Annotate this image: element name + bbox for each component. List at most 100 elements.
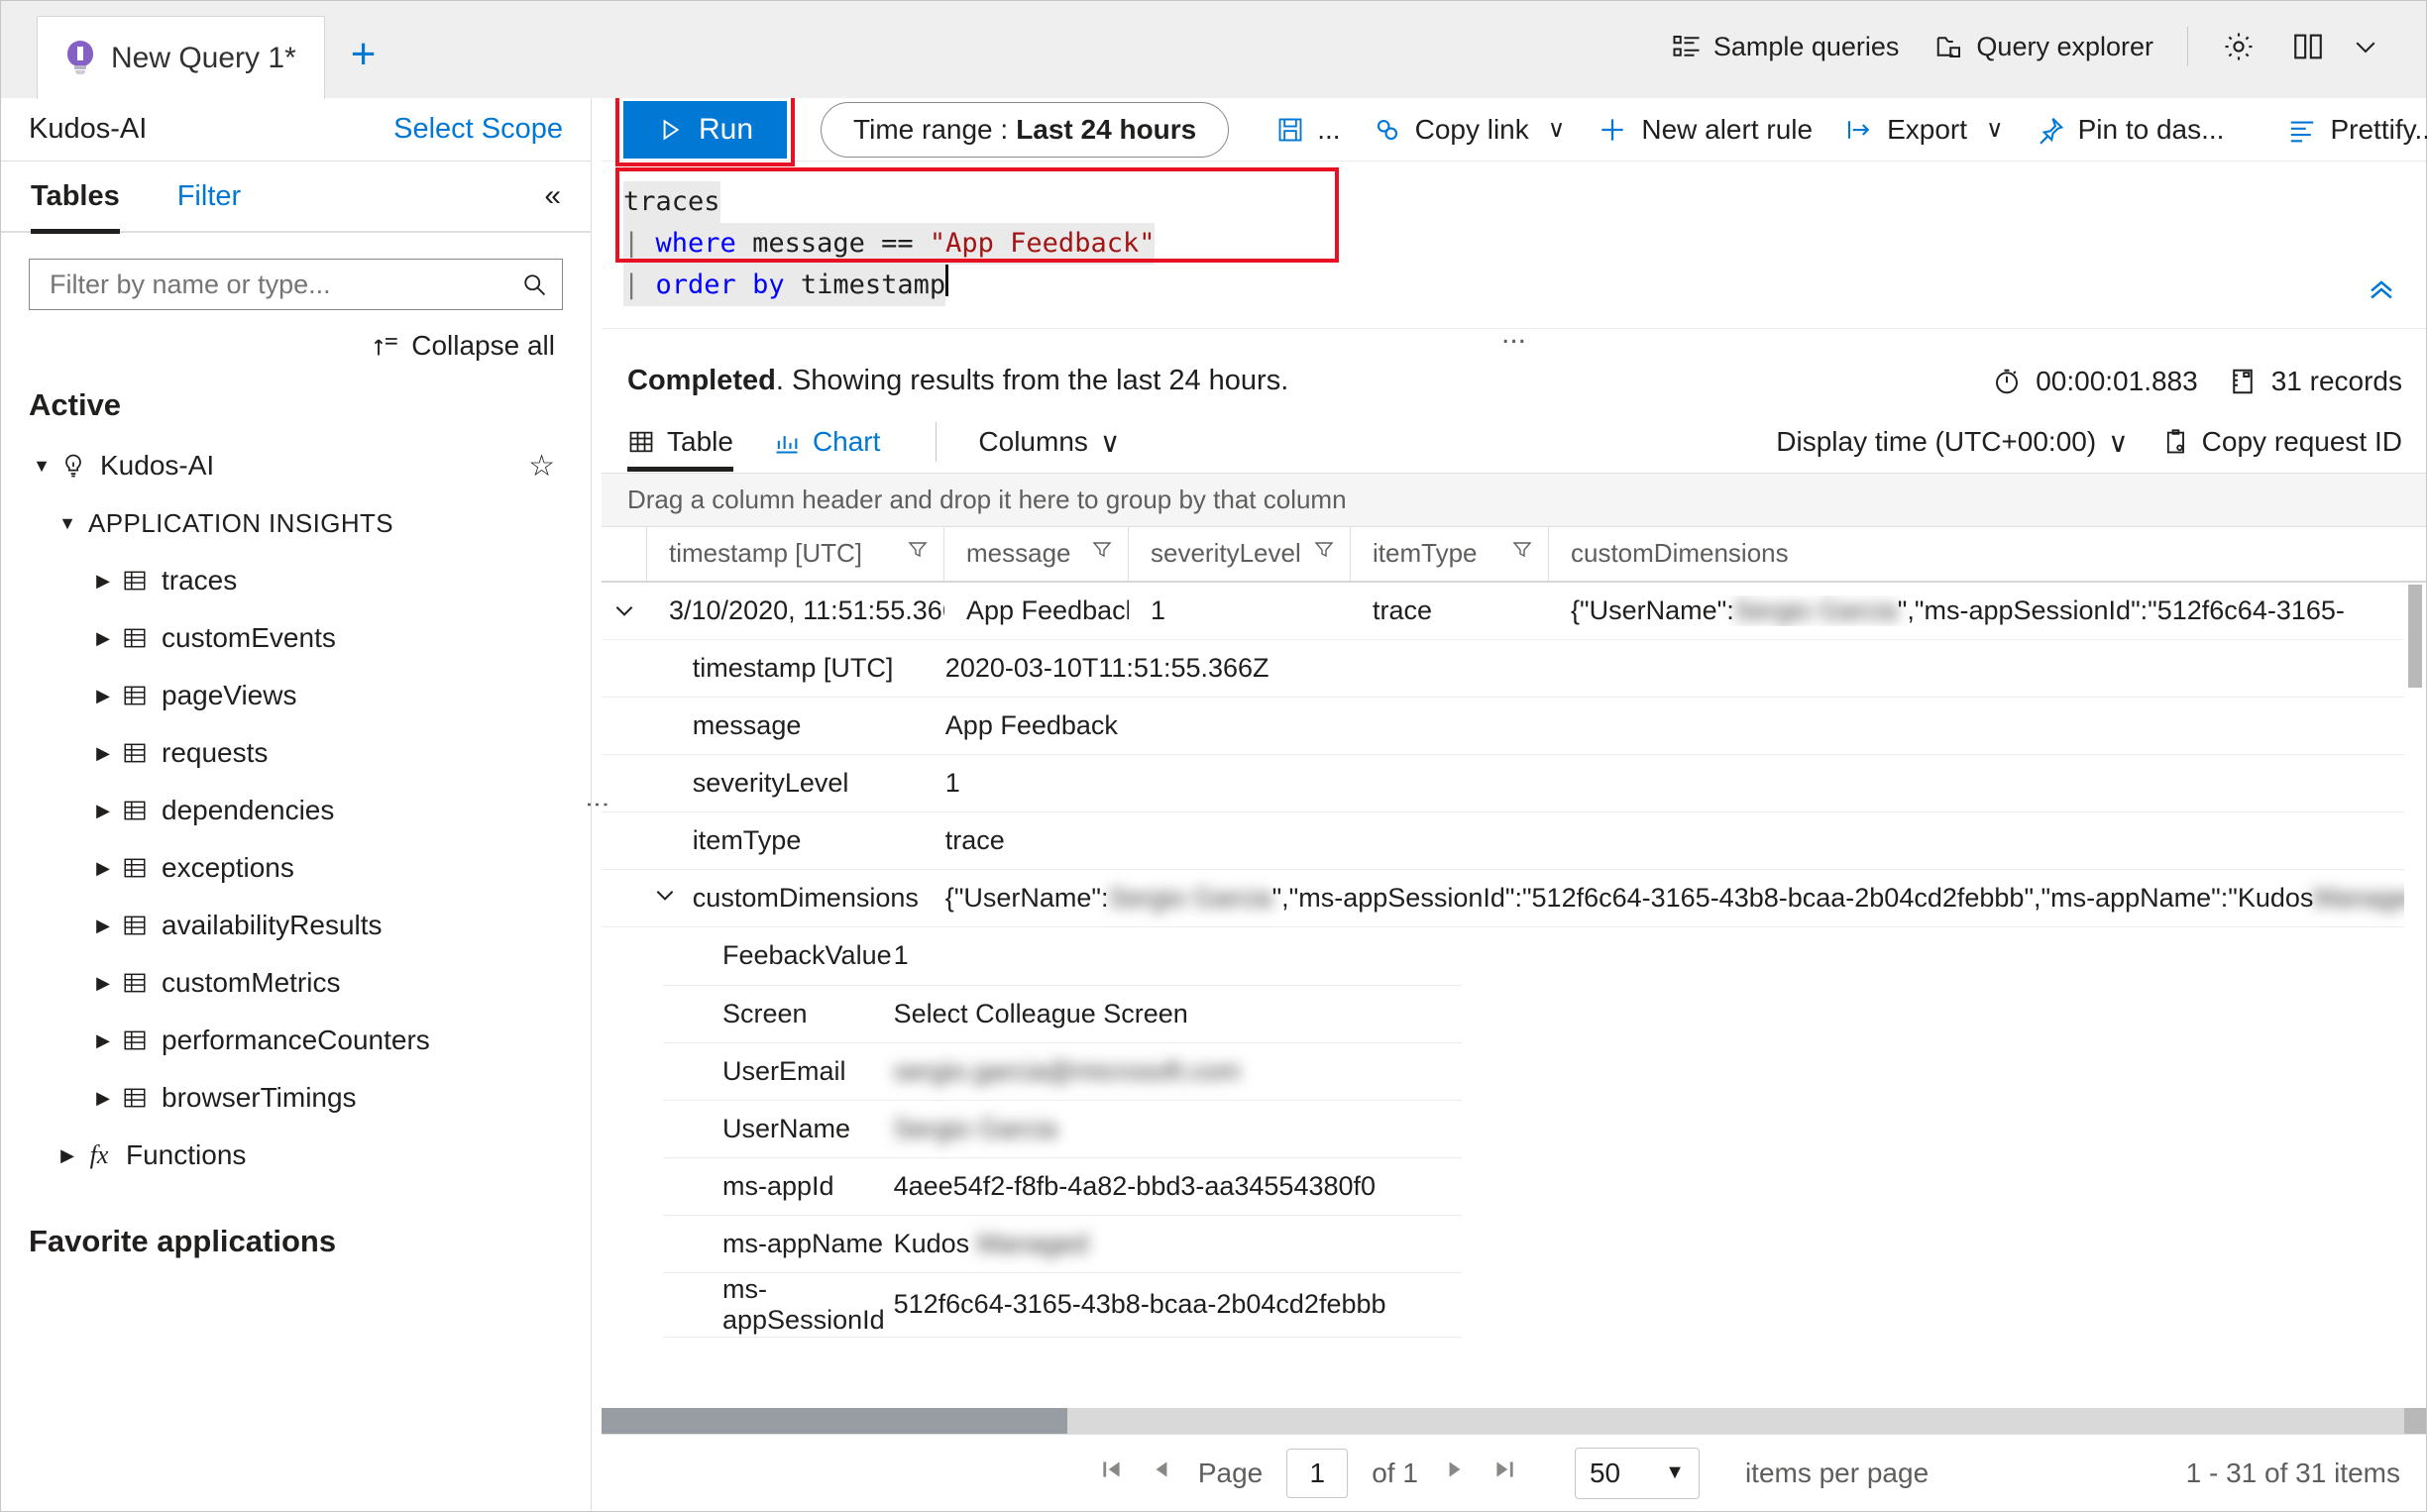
grid-horizontal-scrollbar-thumb[interactable]	[602, 1408, 1067, 1434]
query-editor[interactable]: traces | where message == "App Feedback"…	[602, 167, 2426, 306]
chevron-down-icon[interactable]	[2351, 32, 2380, 61]
table-row[interactable]: 3/10/2020, 11:51:55.366 AM App Feedback …	[602, 583, 2426, 640]
tab-table[interactable]: Table	[627, 412, 733, 473]
caret-right-icon[interactable]: ▶	[90, 743, 116, 764]
column-header-itemtype[interactable]: itemType	[1351, 526, 1549, 581]
chevron-down-icon[interactable]: ∨	[2108, 426, 2129, 459]
caret-right-icon[interactable]: ▶	[90, 973, 116, 994]
sidebar-tab-filter[interactable]: Filter	[177, 161, 241, 232]
copy-link-button[interactable]: Copy link ∨	[1357, 102, 1582, 158]
query-explorer-label: Query explorer	[1976, 31, 2153, 61]
save-button[interactable]: ...	[1261, 102, 1356, 158]
editor-resize-handle[interactable]: ...	[602, 318, 2426, 351]
time-range-picker[interactable]: Time range : Last 24 hours	[821, 101, 1230, 158]
filter-box[interactable]	[29, 259, 563, 310]
collapse-editor-icon[interactable]	[2365, 272, 2398, 314]
detail-row-customdimensions[interactable]: customDimensions {"UserName":Sergio Garc…	[602, 870, 2426, 927]
grid-horizontal-scrollbar[interactable]	[602, 1408, 2426, 1434]
settings-button[interactable]	[2204, 24, 2273, 69]
grid-vertical-scrollbar[interactable]	[2404, 582, 2426, 1408]
save-icon	[1276, 116, 1304, 144]
chevron-down-icon[interactable]: ∨	[1100, 426, 1121, 459]
favorite-star-icon[interactable]: ☆	[528, 449, 555, 484]
tabstrip-actions: Sample queries Query explorer	[1654, 15, 2426, 98]
copy-request-id-button[interactable]: Copy request ID	[2162, 412, 2402, 472]
sample-queries-button[interactable]: Sample queries	[1654, 26, 1918, 68]
new-alert-rule-button[interactable]: New alert rule	[1581, 102, 1828, 158]
new-tab-plus-icon[interactable]: +	[325, 33, 402, 98]
display-time-dropdown[interactable]: Display time (UTC+00:00) ∨	[1776, 412, 2128, 472]
column-header-severitylevel[interactable]: severityLevel	[1129, 526, 1351, 581]
sidebar-table-performancecounters[interactable]: ▶ performanceCounters	[1, 1012, 591, 1069]
caret-right-icon[interactable]: ▶	[90, 916, 116, 936]
caret-right-icon[interactable]: ▶	[90, 686, 116, 706]
help-book-button[interactable]	[2273, 24, 2398, 69]
row-expander-icon[interactable]	[602, 597, 647, 623]
select-scope-link[interactable]: Select Scope	[393, 113, 563, 146]
sidebar-table-requests[interactable]: ▶ requests	[1, 724, 591, 782]
sidebar-tab-tables[interactable]: Tables	[31, 161, 120, 234]
caret-right-icon[interactable]: ▶	[90, 1088, 116, 1109]
tree-item-kudos-ai[interactable]: ▼ Kudos-AI ☆	[1, 437, 591, 494]
filter-funnel-icon[interactable]	[1090, 538, 1114, 569]
table-icon	[116, 798, 154, 823]
caret-right-icon[interactable]: ▶	[90, 858, 116, 879]
customdimensions-expander-icon[interactable]	[637, 870, 692, 927]
sidebar-functions[interactable]: ▶ fx Functions	[1, 1127, 591, 1184]
caret-down-icon[interactable]: ▼	[55, 513, 80, 534]
last-page-icon[interactable]	[1491, 1457, 1517, 1489]
grid-icon	[627, 428, 655, 456]
table-icon	[116, 683, 154, 708]
next-page-icon[interactable]	[1442, 1457, 1468, 1489]
columns-dropdown[interactable]: Columns ∨	[978, 412, 1120, 472]
caret-right-icon[interactable]: ▶	[90, 628, 116, 649]
column-header-message[interactable]: message	[944, 526, 1129, 581]
first-page-icon[interactable]	[1099, 1457, 1125, 1489]
query-explorer-button[interactable]: Query explorer	[1917, 26, 2171, 68]
caret-right-icon[interactable]: ▶	[90, 801, 116, 821]
tables-tree: ▼ Kudos-AI ☆ ▼ APPLICATION INSIGHTS ▶ tr…	[1, 431, 591, 1184]
caret-right-icon[interactable]: ▶	[90, 1030, 116, 1051]
query-line-3: | order by timestamp	[623, 264, 2426, 306]
chevron-down-icon[interactable]: ∨	[1986, 115, 2004, 144]
query-keyword-where: where	[655, 227, 736, 259]
chevron-down-icon[interactable]: ∨	[1548, 115, 1566, 144]
query-tab-new-query-1[interactable]: New Query 1*	[37, 16, 325, 99]
sidebar-table-dependencies[interactable]: ▶ dependencies	[1, 782, 591, 839]
pin-to-dashboard-button[interactable]: Pin to das...	[2020, 102, 2241, 158]
tree-group-application-insights[interactable]: ▼ APPLICATION INSIGHTS	[1, 494, 591, 552]
column-header-customdimensions[interactable]: customDimensions	[1549, 527, 2426, 581]
pane-splitter[interactable]: ⋮	[584, 98, 610, 1511]
caret-down-icon[interactable]: ▼	[29, 456, 55, 477]
sidebar-table-traces[interactable]: ▶ traces	[1, 552, 591, 609]
filter-funnel-icon[interactable]	[906, 538, 930, 569]
sidebar-table-custommetrics[interactable]: ▶ customMetrics	[1, 954, 591, 1012]
sidebar-table-browsertimings[interactable]: ▶ browserTimings	[1, 1069, 591, 1127]
filter-input[interactable]	[48, 268, 520, 301]
page-number-input[interactable]	[1286, 1448, 1349, 1498]
filter-funnel-icon[interactable]	[1510, 538, 1534, 569]
sidebar-table-exceptions[interactable]: ▶ exceptions	[1, 839, 591, 897]
caret-right-icon[interactable]: ▶	[55, 1145, 80, 1166]
column-header-timestamp[interactable]: timestamp [UTC]	[647, 526, 944, 581]
tab-chart[interactable]: Chart	[773, 412, 880, 472]
sidebar-table-customevents[interactable]: ▶ customEvents	[1, 609, 591, 667]
redacted-username: Sergio Garcia	[1108, 883, 1272, 914]
prev-page-icon[interactable]	[1149, 1457, 1174, 1489]
sidebar-table-label: availabilityResults	[162, 910, 383, 940]
page-size-select[interactable]: 50 ▼	[1574, 1447, 1700, 1499]
redacted-useremail: sergio.garcia@microsoft.com	[893, 1055, 1241, 1086]
run-button[interactable]: Run	[623, 100, 788, 159]
sidebar-table-pageviews[interactable]: ▶ pageViews	[1, 667, 591, 724]
prettify-button[interactable]: Prettify...	[2271, 102, 2427, 158]
grid-vertical-scrollbar-thumb[interactable]	[2408, 584, 2422, 688]
clipboard-icon	[2162, 428, 2190, 456]
collapse-all-button[interactable]: Collapse all	[1, 310, 591, 362]
export-button[interactable]: Export ∨	[1828, 102, 2020, 158]
filter-funnel-icon[interactable]	[1312, 538, 1336, 569]
sidebar-table-availabilityresults[interactable]: ▶ availabilityResults	[1, 897, 591, 954]
search-icon[interactable]	[520, 270, 548, 298]
caret-right-icon[interactable]: ▶	[90, 571, 116, 592]
group-by-dropzone[interactable]: Drag a column header and drop it here to…	[602, 473, 2426, 527]
collapse-sidebar-icon[interactable]: «	[544, 179, 561, 213]
